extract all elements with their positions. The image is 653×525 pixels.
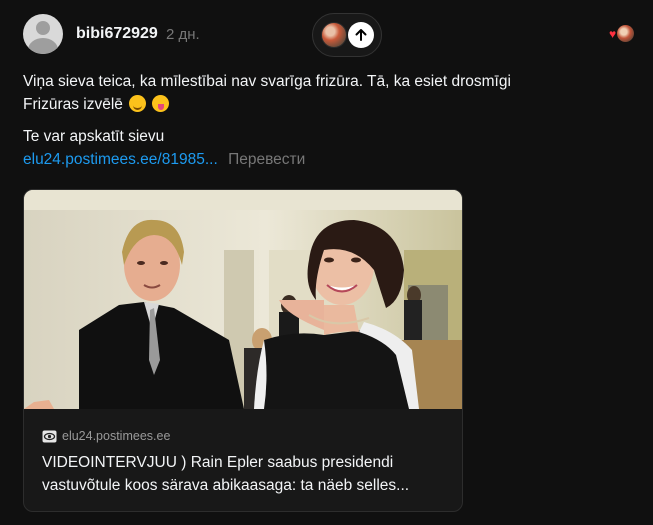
translate-button[interactable]: Перевести (228, 151, 305, 168)
post: bibi672929 2 дн. ♥ Viņa sieva teica, ka … (0, 0, 653, 525)
card-domain-text: elu24.postimees.ee (62, 429, 171, 443)
arrow-up-icon-svg (355, 29, 367, 41)
avatar[interactable] (23, 14, 63, 54)
username[interactable]: bibi672929 (76, 25, 158, 43)
eye-icon (42, 430, 57, 442)
arrow-up-icon[interactable] (348, 22, 374, 48)
face-with-tongue-icon (151, 95, 169, 112)
reactor-avatar (617, 25, 634, 42)
post-text-line3: Te var apskatīt sievu (23, 128, 165, 145)
reaction-indicator[interactable]: ♥ (609, 25, 635, 43)
post-text: Viņa sieva teica, ka mīlestībai nav svar… (23, 70, 623, 116)
mini-avatar (321, 22, 347, 48)
heart-icon: ♥ (609, 27, 617, 41)
post-text-line2-row: Frizūras izvēlē (23, 93, 623, 116)
card-domain: elu24.postimees.ee (42, 429, 170, 443)
post-text-line1: Viņa sieva teica, ka mīlestībai nav svar… (23, 73, 511, 90)
post-text-line2: Frizūras izvēlē (23, 96, 123, 113)
avatar-body-shape (28, 38, 58, 54)
link-preview-card[interactable]: elu24.postimees.ee VIDEOINTERVJUU ) Rain… (23, 189, 463, 512)
link-row: elu24.postimees.ee/81985... Перевести (23, 151, 305, 169)
avatar-head-shape (36, 21, 50, 35)
post-time: 2 дн. (166, 26, 200, 43)
link-preview-image (24, 190, 462, 409)
repost-pill[interactable] (312, 13, 382, 57)
card-headline[interactable]: VIDEOINTERVJUU ) Rain Epler saabus presi… (42, 451, 442, 497)
smiling-face-with-blush-icon (128, 95, 146, 112)
post-link[interactable]: elu24.postimees.ee/81985... (23, 151, 218, 168)
